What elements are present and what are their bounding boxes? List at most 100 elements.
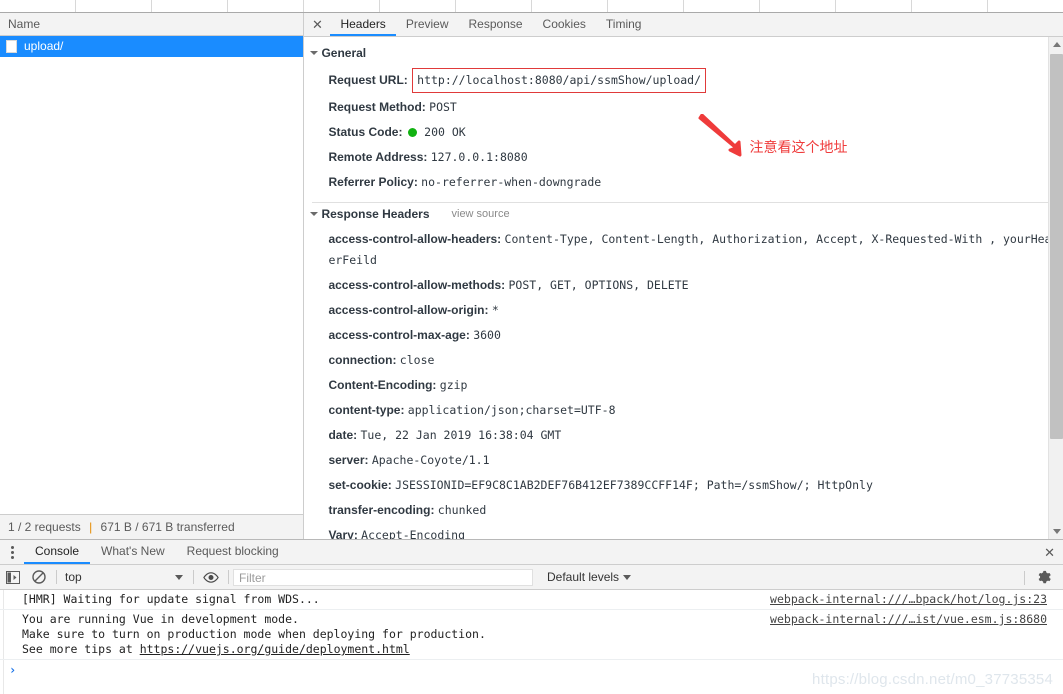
console-message-text: [HMR] Waiting for update signal from WDS… <box>22 592 320 607</box>
console-message-list[interactable]: [HMR] Waiting for update signal from WDS… <box>0 590 1063 694</box>
response-header-value: close <box>400 353 435 367</box>
toolbar-divider <box>193 570 194 584</box>
response-header-row: transfer-encoding: chunked <box>312 498 1063 523</box>
status-ok-icon <box>408 128 417 137</box>
response-header-key: content-type: <box>328 403 407 417</box>
toolbar-divider <box>1024 571 1025 585</box>
console-filter-input[interactable]: Filter <box>233 569 533 586</box>
execution-context-select[interactable]: top <box>61 570 189 584</box>
scrollbar-thumb[interactable] <box>1050 54 1063 439</box>
request-url-key: Request URL: <box>328 73 407 87</box>
response-header-key: transfer-encoding: <box>328 503 437 517</box>
clear-console-icon[interactable] <box>26 565 52 590</box>
tab-console[interactable]: Console <box>24 540 90 564</box>
tab-cookies[interactable]: Cookies <box>533 13 596 36</box>
general-row-status-code: Status Code: 200 OK <box>312 120 1063 145</box>
status-code-value: 200 OK <box>424 125 466 139</box>
list-item[interactable]: You are running Vue in development mode.… <box>0 610 1063 660</box>
scroll-up-arrow-icon[interactable] <box>1049 37 1063 52</box>
remote-address-key: Remote Address: <box>328 150 427 164</box>
toolbar-divider <box>228 570 229 584</box>
view-source-link-response[interactable]: view source <box>452 208 510 220</box>
response-header-value: Apache-Coyote/1.1 <box>372 453 490 467</box>
section-response-headers-title: Response Headers <box>321 207 429 221</box>
transferred-size: 671 B / 671 B transferred <box>101 520 235 534</box>
overview-cell <box>228 0 304 12</box>
tab-preview[interactable]: Preview <box>396 13 459 36</box>
overview-cell <box>532 0 608 12</box>
response-header-key: connection: <box>328 353 399 367</box>
general-row-request-url: Request URL: http://localhost:8080/api/s… <box>312 66 1063 95</box>
more-tools-icon[interactable] <box>0 540 24 564</box>
list-item[interactable]: [HMR] Waiting for update signal from WDS… <box>0 590 1063 610</box>
live-expression-icon[interactable] <box>198 565 224 590</box>
tab-headers[interactable]: Headers <box>330 13 395 36</box>
overview-cell <box>0 0 76 12</box>
devtools-window: Name upload/ 1 / 2 requests | 671 B / 67… <box>0 0 1063 694</box>
overview-cell <box>76 0 152 12</box>
console-message-text: You are running Vue in development mode.… <box>22 612 486 657</box>
console-sidebar-toggle-icon[interactable] <box>0 565 26 590</box>
section-response-headers-header[interactable]: Response Headers view source <box>312 207 1063 221</box>
section-general-header[interactable]: General <box>312 46 1063 60</box>
requests-column-header-name[interactable]: Name <box>0 13 303 36</box>
response-header-value: * <box>492 303 499 317</box>
detail-vertical-scrollbar[interactable] <box>1048 37 1063 539</box>
general-row-request-method: Request Method: POST <box>312 95 1063 120</box>
response-header-key: access-control-allow-origin: <box>328 303 491 317</box>
tab-request-blocking[interactable]: Request blocking <box>176 540 290 564</box>
requests-count: 1 / 2 requests <box>8 520 81 534</box>
settings-gear-icon[interactable] <box>1031 565 1057 590</box>
tab-response[interactable]: Response <box>459 13 533 36</box>
overview-cell <box>912 0 988 12</box>
network-overview-strip[interactable] <box>0 0 1063 13</box>
tab-timing[interactable]: Timing <box>596 13 652 36</box>
chevron-down-icon <box>310 212 318 216</box>
overview-cell <box>608 0 684 12</box>
referrer-policy-value: no-referrer-when-downgrade <box>421 175 601 189</box>
status-separator: | <box>89 520 92 534</box>
response-header-row: content-type: application/json;charset=U… <box>312 398 1063 423</box>
response-header-row: Vary: Accept-Encoding <box>312 523 1063 539</box>
response-header-row: date: Tue, 22 Jan 2019 16:38:04 GMT <box>312 423 1063 448</box>
close-icon[interactable]: ✕ <box>304 13 330 36</box>
response-header-key: Vary: <box>328 528 361 539</box>
requests-pane: Name upload/ 1 / 2 requests | 671 B / 67… <box>0 13 304 539</box>
response-header-key: set-cookie: <box>328 478 395 492</box>
console-toolbar: top Filter Default levels <box>0 565 1063 590</box>
request-url-highlight-box: http://localhost:8080/api/ssmShow/upload… <box>412 68 706 93</box>
console-drawer: Console What's New Request blocking ✕ <box>0 539 1063 694</box>
requests-list[interactable]: upload/ <box>0 36 303 514</box>
overview-cell <box>380 0 456 12</box>
console-message-link[interactable]: https://vuejs.org/guide/deployment.html <box>140 642 410 656</box>
overview-cell <box>456 0 532 12</box>
console-message-source[interactable]: webpack-internal:///…bpack/hot/log.js:23 <box>770 592 1063 607</box>
request-method-key: Request Method: <box>328 100 425 114</box>
request-url-value: http://localhost:8080/api/ssmShow/upload… <box>417 73 701 87</box>
section-general-title: General <box>321 46 366 60</box>
detail-tab-bar: ✕ Headers Preview Response Cookies Timin… <box>304 13 1063 37</box>
response-header-key: access-control-max-age: <box>328 328 473 342</box>
console-prompt[interactable]: › <box>0 660 1063 680</box>
section-divider <box>312 202 1063 203</box>
log-levels-select[interactable]: Default levels <box>547 570 631 584</box>
scroll-down-arrow-icon[interactable] <box>1049 524 1063 539</box>
table-row[interactable]: upload/ <box>0 36 303 57</box>
response-header-key: Content-Encoding: <box>328 378 439 392</box>
console-settings-area <box>1024 565 1057 590</box>
drawer-tab-bar: Console What's New Request blocking ✕ <box>0 540 1063 565</box>
response-header-row: access-control-allow-methods: POST, GET,… <box>312 273 1063 298</box>
tab-whats-new[interactable]: What's New <box>90 540 176 564</box>
close-icon[interactable]: ✕ <box>1044 540 1055 565</box>
response-header-value: gzip <box>440 378 468 392</box>
general-row-referrer-policy: Referrer Policy: no-referrer-when-downgr… <box>312 170 1063 195</box>
console-message-source[interactable]: webpack-internal:///…ist/vue.esm.js:8680 <box>770 612 1063 657</box>
remote-address-value: 127.0.0.1:8080 <box>431 150 528 164</box>
overview-cell <box>836 0 912 12</box>
response-header-row: server: Apache-Coyote/1.1 <box>312 448 1063 473</box>
response-header-row: access-control-allow-headers: Content-Ty… <box>312 227 1063 273</box>
response-header-value: POST, GET, OPTIONS, DELETE <box>509 278 689 292</box>
execution-context-value: top <box>65 570 82 584</box>
response-header-row: access-control-allow-origin: * <box>312 298 1063 323</box>
annotation-text: 注意看这个地址 <box>749 137 847 157</box>
